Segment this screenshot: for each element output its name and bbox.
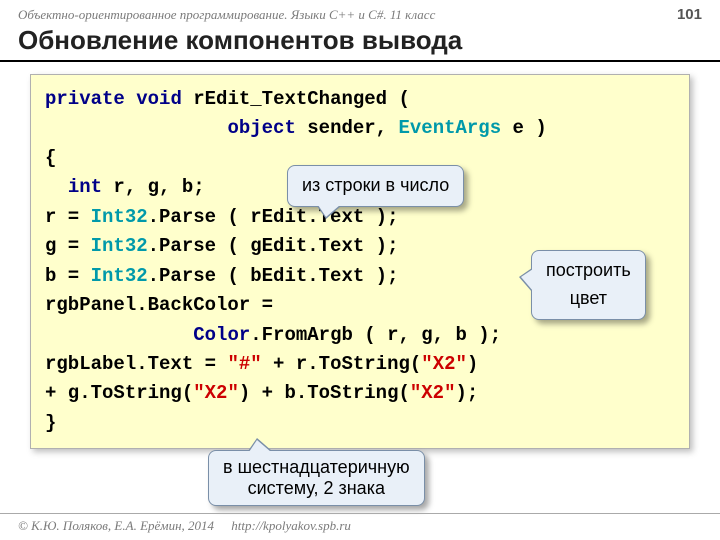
- code-line: + g.ToString("X2") + b.ToString("X2");: [45, 379, 675, 408]
- code-line: object sender, EventArgs e ): [45, 114, 675, 143]
- course-label: Объектно-ориентированное программировани…: [18, 7, 435, 23]
- callout-hex-format: в шестнадцатеричнуюсистему, 2 знака: [208, 450, 425, 506]
- callout-string-to-number: из строки в число: [287, 165, 464, 207]
- code-line: private void rEdit_TextChanged (: [45, 85, 675, 114]
- callout-build-color: построитьцвет: [531, 250, 646, 320]
- header: Объектно-ориентированное программировани…: [0, 0, 720, 25]
- page-number: 101: [677, 6, 702, 23]
- code-line: rgbLabel.Text = "#" + r.ToString("X2"): [45, 350, 675, 379]
- footer: © К.Ю. Поляков, Е.А. Ерёмин, 2014 http:/…: [0, 513, 720, 534]
- page-title: Обновление компонентов вывода: [0, 25, 720, 62]
- footer-url: http://kpolyakov.spb.ru: [231, 518, 351, 533]
- code-line: }: [45, 409, 675, 438]
- code-line: Color.FromArgb ( r, g, b );: [45, 321, 675, 350]
- code-line: r = Int32.Parse ( rEdit.Text );: [45, 203, 675, 232]
- code-block: private void rEdit_TextChanged ( object …: [30, 74, 690, 449]
- copyright: © К.Ю. Поляков, Е.А. Ерёмин, 2014: [18, 518, 214, 533]
